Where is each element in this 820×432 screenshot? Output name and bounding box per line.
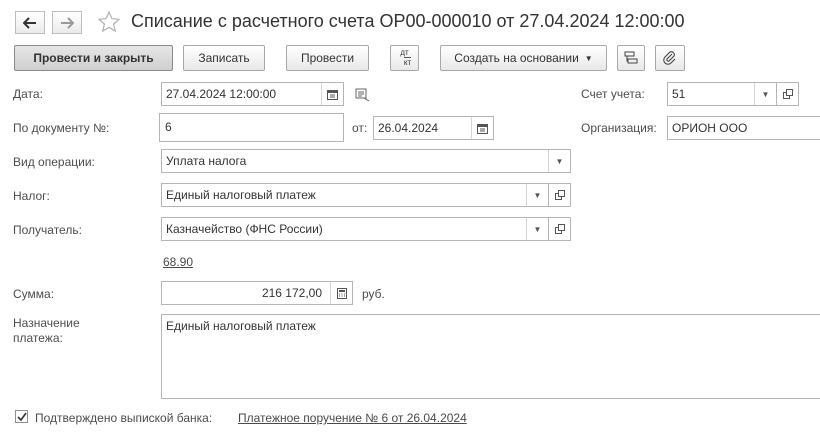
amount-value: 216 172,00 (261, 286, 322, 300)
chevron-down-icon[interactable]: ▼ (526, 184, 548, 206)
currency-label: руб. (362, 287, 385, 301)
doc-date-label: от: (352, 121, 368, 135)
arrow-left-icon (23, 16, 36, 29)
post-and-close-button[interactable]: Провести и закрыть (14, 45, 173, 71)
calendar-icon (327, 89, 338, 100)
favorite-star-icon[interactable] (97, 10, 121, 34)
post-button[interactable]: Провести (286, 45, 369, 71)
purpose-textarea[interactable]: Единый налоговый платеж (161, 314, 820, 399)
open-icon (782, 89, 793, 99)
tax-value: Единый налоговый платеж (166, 188, 316, 202)
organization-label: Организация: (581, 121, 657, 135)
purpose-value: Единый налоговый платеж (166, 319, 316, 333)
organization-field[interactable]: ОРИОН ООО (667, 116, 820, 140)
open-icon (554, 190, 565, 200)
account-open-button[interactable] (777, 82, 799, 106)
operation-type-value: Уплата налога (166, 154, 247, 168)
organization-value: ОРИОН ООО (672, 121, 748, 135)
structure-button[interactable] (617, 45, 645, 71)
page-title: Списание с расчетного счета ОР00-000010 … (131, 11, 685, 31)
chevron-down-icon[interactable]: ▼ (754, 83, 776, 105)
checkmark-icon (16, 412, 27, 421)
chevron-down-icon: ▼ (584, 53, 593, 63)
purpose-label: Назначение платежа: (13, 316, 80, 345)
doc-date-value: 26.04.2024 (378, 121, 439, 135)
date-field[interactable]: 27.04.2024 12:00:00 (161, 82, 344, 106)
create-based-on-button[interactable]: Создать на основании ▼ (440, 45, 607, 71)
recipient-account-link[interactable]: 68.90 (163, 255, 193, 269)
payment-order-link[interactable]: Платежное поручение № 6 от 26.04.2024 (238, 411, 467, 425)
calendar-button[interactable] (471, 117, 493, 139)
recipient-field[interactable]: Казначейство (ФНС России) ▼ (161, 217, 549, 241)
back-button[interactable] (15, 11, 45, 34)
paperclip-icon (663, 51, 676, 65)
arrow-right-icon (61, 16, 74, 29)
tax-label: Налог: (13, 189, 50, 203)
history-icon[interactable] (355, 88, 371, 102)
date-label: Дата: (13, 87, 43, 101)
date-value: 27.04.2024 12:00:00 (166, 87, 277, 101)
attach-button[interactable] (655, 45, 685, 71)
calculator-button[interactable] (330, 282, 352, 304)
bank-confirmed-checkbox[interactable] (15, 410, 28, 423)
recipient-open-button[interactable] (549, 217, 571, 241)
recipient-value: Казначейство (ФНС России) (166, 222, 323, 236)
dt-kt-button[interactable]: дт кт (390, 45, 419, 71)
chevron-down-icon[interactable]: ▼ (548, 150, 570, 172)
doc-number-field[interactable]: 6 (159, 113, 344, 142)
account-value: 51 (672, 87, 686, 101)
amount-field[interactable]: 216 172,00 (161, 281, 353, 305)
chevron-down-icon[interactable]: ▼ (526, 218, 548, 240)
account-field[interactable]: 51 ▼ (667, 82, 777, 106)
calendar-button[interactable] (321, 83, 343, 105)
create-based-on-label: Создать на основании (454, 51, 579, 65)
document-structure-icon (624, 51, 638, 64)
amount-label: Сумма: (13, 287, 55, 301)
doc-number-value: 6 (165, 120, 172, 134)
open-icon (554, 224, 565, 234)
dt-kt-icon-bottom: кт (403, 57, 412, 67)
save-button[interactable]: Записать (183, 45, 265, 71)
dt-kt-icon-top: дт (400, 48, 409, 57)
account-label: Счет учета: (581, 87, 645, 101)
doc-number-label: По документу №: (13, 121, 110, 135)
tax-field[interactable]: Единый налоговый платеж ▼ (161, 183, 549, 207)
calendar-icon (477, 123, 488, 134)
bank-confirmed-label: Подтверждено выпиской банка: (35, 411, 213, 425)
forward-button[interactable] (52, 11, 82, 34)
doc-date-field[interactable]: 26.04.2024 (373, 116, 494, 140)
operation-type-label: Вид операции: (13, 155, 95, 169)
calculator-icon (336, 287, 347, 299)
tax-open-button[interactable] (549, 183, 571, 207)
recipient-label: Получатель: (13, 223, 82, 237)
operation-type-field[interactable]: Уплата налога ▼ (161, 149, 571, 173)
